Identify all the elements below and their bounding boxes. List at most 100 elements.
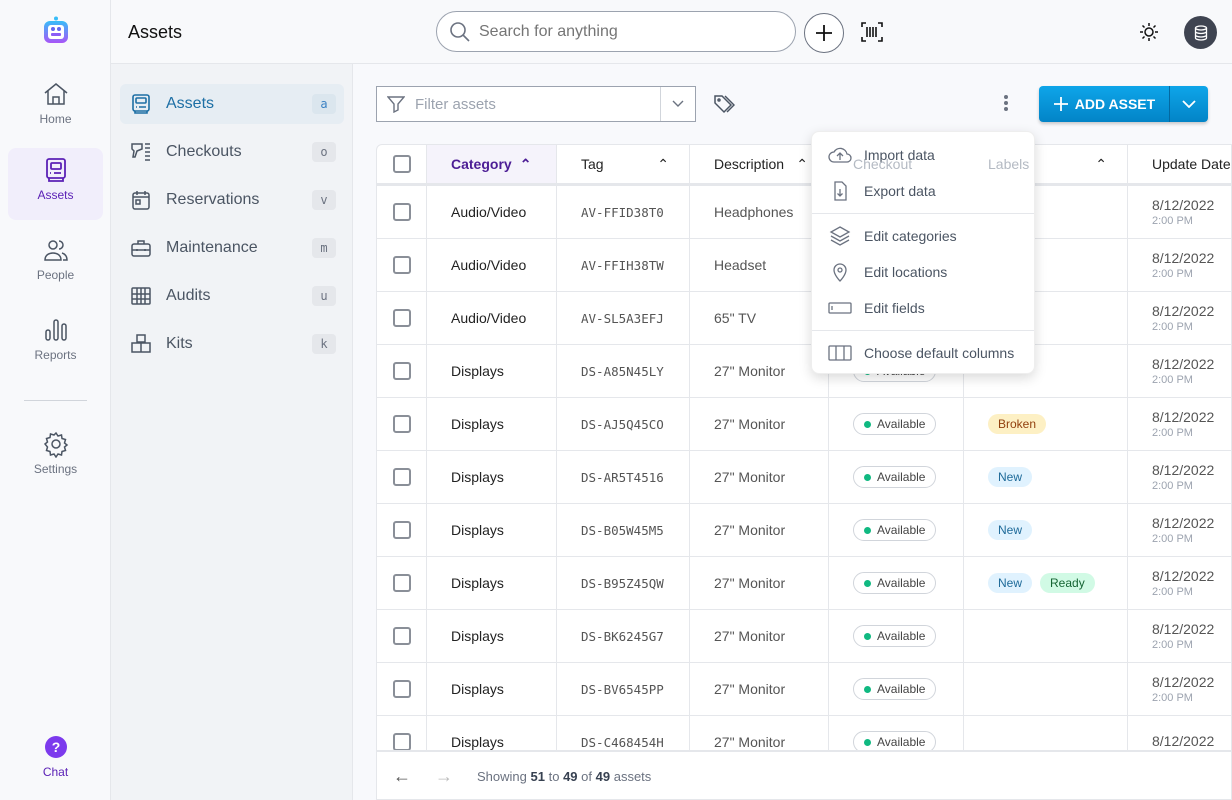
shortcut-key: u: [312, 286, 336, 306]
input-field-icon: [828, 302, 852, 314]
rail-item-reports[interactable]: Reports: [8, 308, 103, 380]
barcode-scan-icon[interactable]: [861, 22, 883, 42]
table-row[interactable]: Displays DS-A85N45LY 27" Monitor Availab…: [377, 345, 1231, 398]
next-page-button[interactable]: →: [435, 766, 453, 787]
tags-icon[interactable]: [713, 94, 735, 114]
table-row[interactable]: Displays DS-BK6245G7 27" Monitor Availab…: [377, 610, 1231, 663]
assets-icon: [132, 94, 150, 114]
column-header-labels-label: Labels: [988, 156, 1030, 172]
row-checkbox[interactable]: [392, 362, 411, 380]
menu-item-edit-categories[interactable]: Edit categories: [812, 218, 1034, 254]
table-row[interactable]: Displays DS-AJ5Q45CO 27" Monitor Availab…: [377, 398, 1231, 451]
menu-item-edit-fields[interactable]: Edit fields: [812, 290, 1034, 326]
theme-toggle-icon[interactable]: [1139, 22, 1159, 42]
previous-page-button[interactable]: ←: [393, 766, 411, 787]
tag-cell: AV-FFID38T0: [557, 186, 690, 238]
sidebar-item-assets[interactable]: Assets a: [120, 84, 344, 124]
menu-item-export-data[interactable]: Export data: [812, 173, 1034, 209]
table-row[interactable]: Audio/Video AV-FFIH38TW Headset Availabl…: [377, 239, 1231, 292]
labels-cell: New Ready: [964, 557, 1128, 609]
sidebar-item-reservations[interactable]: Reservations v: [120, 180, 344, 220]
table-row[interactable]: Displays DS-AR5T4516 27" Monitor Availab…: [377, 451, 1231, 504]
rail-item-assets[interactable]: Assets: [8, 148, 103, 220]
label-badge: New: [988, 573, 1033, 593]
select-all-checkbox[interactable]: [392, 155, 411, 173]
sidebar-item-audits[interactable]: Audits u: [120, 276, 344, 316]
update-date-cell: 8/12/2022 2:00 PM: [1152, 409, 1215, 439]
rail-divider: [24, 400, 87, 401]
search-input[interactable]: [479, 22, 779, 41]
table-row[interactable]: Audio/Video AV-FFID38T0 Headphones Avail…: [377, 186, 1231, 239]
column-header-category[interactable]: Category ⌃: [427, 145, 557, 183]
rail-item-people[interactable]: People: [8, 228, 103, 300]
avatar[interactable]: [1184, 16, 1217, 49]
sort-asc-icon: ⌃: [657, 155, 669, 172]
quick-add-button[interactable]: [804, 13, 844, 53]
table-row[interactable]: Displays DS-B05W45M5 27" Monitor Availab…: [377, 504, 1231, 557]
filter-icon: [387, 96, 405, 113]
category-cell: Displays: [427, 345, 557, 397]
rail-item-home[interactable]: Home: [8, 72, 103, 144]
row-checkbox[interactable]: [392, 415, 411, 433]
menu-item-choose-default-columns[interactable]: Choose default columns: [812, 335, 1034, 371]
more-options-icon[interactable]: [1003, 94, 1009, 112]
add-asset-dropdown-button[interactable]: [1170, 86, 1208, 122]
row-checkbox[interactable]: [392, 309, 411, 327]
column-header-update-date[interactable]: Update Date: [1128, 145, 1231, 183]
menu-item-edit-locations[interactable]: Edit locations: [812, 254, 1034, 290]
tag-cell: DS-B05W45M5: [557, 504, 690, 556]
plus-icon: [816, 25, 832, 41]
menu-divider: [812, 330, 1034, 331]
sidebar-item-maintenance[interactable]: Maintenance m: [120, 228, 344, 268]
filter-assets-input[interactable]: Filter assets: [376, 86, 696, 122]
toolbox-icon: [131, 240, 151, 257]
chevron-down-icon: [672, 100, 684, 107]
table-row[interactable]: Audio/Video AV-SL5A3EFJ 65" TV Available…: [377, 292, 1231, 345]
row-checkbox[interactable]: [392, 574, 411, 592]
rail-item-settings[interactable]: Settings: [8, 422, 103, 494]
row-checkbox[interactable]: [392, 521, 411, 539]
labels-cell: New: [964, 451, 1128, 503]
labels-cell: [964, 663, 1128, 715]
category-cell: Displays: [427, 663, 557, 715]
chat-button[interactable]: ? Chat: [8, 735, 103, 779]
update-date-cell: 8/12/2022 2:00 PM: [1152, 356, 1215, 386]
row-checkbox[interactable]: [392, 627, 411, 645]
search-box[interactable]: [436, 11, 796, 52]
status-badge: Available: [853, 678, 937, 700]
status-dot-icon: [864, 420, 871, 428]
row-checkbox[interactable]: [392, 256, 411, 274]
status-badge: Available: [853, 625, 937, 647]
database-icon: [1194, 24, 1207, 41]
row-checkbox[interactable]: [392, 203, 411, 221]
location-pin-icon: [833, 263, 847, 282]
table-row[interactable]: Displays DS-B95Z45QW 27" Monitor Availab…: [377, 557, 1231, 610]
row-checkbox[interactable]: [392, 680, 411, 698]
calendar-icon: [132, 191, 150, 210]
column-header-tag[interactable]: Tag ⌃: [557, 145, 690, 183]
category-cell: Displays: [427, 557, 557, 609]
column-header-checkout-label: Checkout: [853, 156, 913, 172]
category-cell: Displays: [427, 610, 557, 662]
sidebar-item-kits[interactable]: Kits k: [120, 324, 344, 364]
assets-table: Category⌃ Tag⌃ Description⌃ Checkout ⌃ La…: [376, 144, 1232, 800]
add-asset-button[interactable]: ADD ASSET: [1039, 86, 1170, 122]
row-checkbox[interactable]: [392, 468, 411, 486]
logo-icon[interactable]: [42, 16, 70, 44]
checkouts-icon: [131, 143, 150, 161]
chevron-down-icon: [1182, 100, 1196, 108]
filter-dropdown-button[interactable]: [660, 87, 695, 121]
tag-cell: DS-BV6545PP: [557, 663, 690, 715]
row-checkbox[interactable]: [392, 733, 411, 751]
category-cell: Displays: [427, 451, 557, 503]
description-cell: 27" Monitor: [690, 398, 829, 450]
tag-cell: DS-B95Z45QW: [557, 557, 690, 609]
description-cell: 65" TV: [690, 292, 829, 344]
sidebar-item-checkouts[interactable]: Checkouts o: [120, 132, 344, 172]
column-header-description[interactable]: Description ⌃: [690, 145, 829, 183]
shortcut-key: k: [312, 334, 336, 354]
status-dot-icon: [864, 632, 871, 640]
table-row[interactable]: Displays DS-BV6545PP 27" Monitor Availab…: [377, 663, 1231, 716]
description-cell: 27" Monitor: [690, 451, 829, 503]
label-badge: New: [988, 467, 1033, 487]
